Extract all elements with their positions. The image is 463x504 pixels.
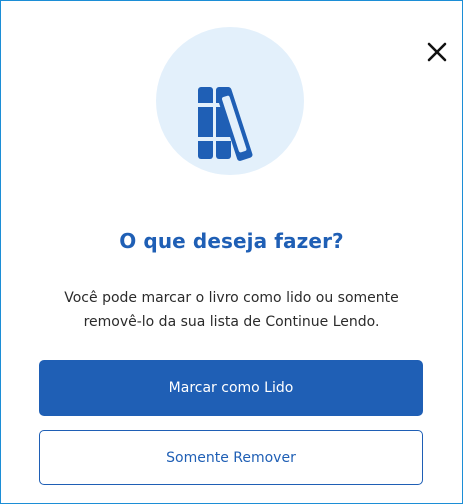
dialog-message-line-1: Você pode marcar o livro como lido ou so…	[64, 290, 399, 306]
remove-only-button[interactable]: Somente Remover	[39, 430, 423, 485]
mark-as-read-label: Marcar como Lido	[168, 380, 294, 396]
dialog-frame: O que deseja fazer? Você pode marcar o l…	[0, 0, 463, 504]
dialog-message-line-2: removê-lo da sua lista de Continue Lendo…	[83, 314, 380, 330]
close-icon	[427, 42, 447, 62]
dialog-message: Você pode marcar o livro como lido ou so…	[31, 286, 432, 334]
dialog-title: O que deseja fazer?	[119, 229, 344, 253]
illustration-circle	[156, 27, 304, 175]
mark-as-read-button[interactable]: Marcar como Lido	[39, 360, 423, 416]
close-button[interactable]	[424, 39, 450, 65]
remove-only-label: Somente Remover	[166, 449, 296, 466]
confirm-dialog: O que deseja fazer? Você pode marcar o l…	[1, 1, 462, 503]
books-icon	[198, 87, 253, 161]
